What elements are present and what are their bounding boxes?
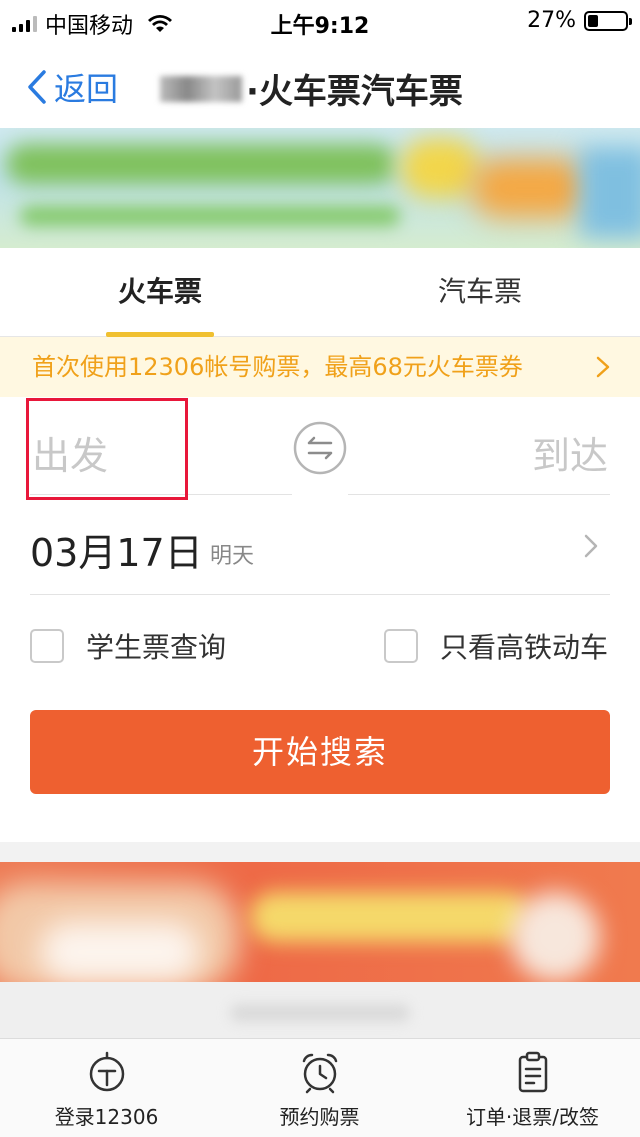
swap-stations-icon[interactable]	[293, 421, 347, 475]
back-button[interactable]: 返回	[26, 64, 118, 110]
back-label: 返回	[54, 70, 119, 108]
page-title-text: ·火车票汽车票	[246, 72, 463, 112]
status-right: 27%	[527, 8, 632, 33]
student-ticket-label: 学生票查询	[86, 631, 227, 664]
tab-login-12306[interactable]: 登录12306	[0, 1039, 213, 1137]
section-separator	[0, 842, 640, 862]
tab-orders-refund-change[interactable]: 订单·退票/改签	[426, 1039, 639, 1137]
high-speed-only-checkbox[interactable]	[384, 629, 418, 663]
page-title: ·火车票汽车票	[160, 64, 463, 113]
promo-text: 首次使用12306帐号购票，最高68元火车票券	[32, 353, 523, 381]
annotation-highlight-box	[26, 398, 188, 500]
divider	[348, 494, 610, 495]
bottom-tab-bar: 登录12306 预约购票 订单·退票/改签	[0, 1038, 640, 1137]
departure-date-row[interactable]: 03月17日 明天	[30, 496, 610, 595]
login-icon	[89, 1051, 124, 1092]
battery-percent: 27%	[527, 8, 576, 33]
relative-day-label: 明天	[210, 544, 255, 569]
arrival-station-field[interactable]: 到达	[532, 425, 608, 480]
promo-strip[interactable]: 首次使用12306帐号购票，最高68元火车票券	[0, 337, 640, 397]
chevron-left-icon	[28, 70, 46, 104]
high-speed-only-label: 只看高铁动车	[440, 631, 609, 664]
blurred-brand	[160, 75, 242, 102]
alarm-clock-icon	[302, 1053, 337, 1094]
tab-label: 预约购票	[279, 1105, 360, 1129]
promo-banner-bottom[interactable]	[0, 862, 640, 982]
departure-date: 03月17日	[30, 531, 203, 575]
promo-banner-top[interactable]	[0, 128, 640, 248]
tab-bus-ticket[interactable]: 汽车票	[320, 248, 640, 336]
status-bar: 中国移动 上午9:12 27%	[0, 0, 640, 40]
student-ticket-option[interactable]: 学生票查询	[30, 626, 226, 666]
clipboard-icon	[518, 1051, 547, 1093]
tab-label: 登录12306	[54, 1105, 159, 1129]
tab-train-ticket[interactable]: 火车票	[0, 248, 320, 336]
content-area	[0, 982, 640, 1038]
battery-icon	[584, 10, 632, 31]
student-ticket-checkbox[interactable]	[30, 629, 64, 663]
chevron-right-icon	[584, 534, 598, 558]
high-speed-only-option[interactable]: 只看高铁动车	[384, 626, 608, 666]
chevron-right-icon	[596, 356, 610, 378]
navigation-bar: 返回 ·火车票汽车票	[0, 40, 640, 128]
tab-reserve-ticket[interactable]: 预约购票	[213, 1039, 426, 1137]
ticket-type-tabs: 火车票 汽车票	[0, 248, 640, 337]
tab-label: 订单·退票/改签	[465, 1105, 600, 1129]
search-button[interactable]: 开始搜索	[30, 710, 610, 794]
